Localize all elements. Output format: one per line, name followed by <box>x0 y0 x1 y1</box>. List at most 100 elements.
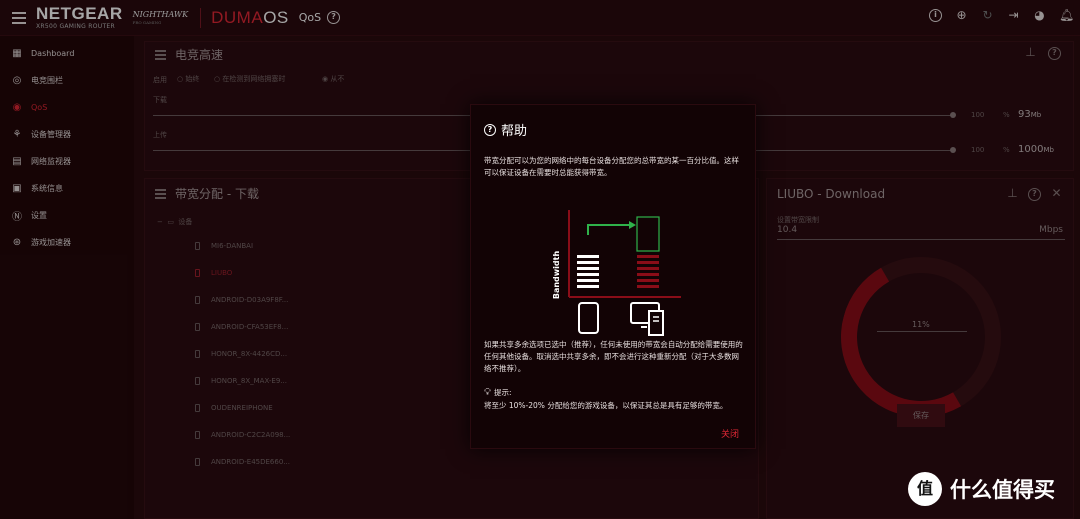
sidebar-item-label: 电竞围栏 <box>31 76 63 85</box>
download-unit: Mb <box>1030 111 1042 119</box>
sidebar-item-settings[interactable]: Ⓝ 设置 <box>0 202 134 229</box>
device-name: ANDROID-E45DE660... <box>211 458 290 466</box>
radio-never[interactable]: ◉ 从不 <box>322 74 344 84</box>
download-value: 93Mb <box>1018 109 1041 120</box>
bandwidth-limit-input[interactable]: 10.4 <box>777 225 797 235</box>
watermark: 值 什么值得买 <box>908 472 1055 506</box>
radio-always-label: 始终 <box>185 75 200 83</box>
card-menu-icon[interactable] <box>155 189 166 199</box>
sidebar-item-label: Dashboard <box>31 49 75 58</box>
lightbulb-icon: 💡︎ <box>484 387 491 398</box>
header-divider <box>200 7 202 28</box>
radio-detect-label: 在检测到网络拥塞时 <box>222 75 286 83</box>
sidebar-item-dashboard[interactable]: ▦ Dashboard <box>0 40 134 67</box>
settings-icon: Ⓝ <box>12 212 22 223</box>
device-panel: LIUBO - Download ⊥ ? ✕ 设置带宽限制 10.4 Mbps … <box>766 178 1074 519</box>
geofence-icon: ◎ <box>12 75 22 86</box>
panel-help-icon[interactable]: ? <box>1028 188 1041 201</box>
device-row[interactable]: HONOR_8X-4426CD... <box>195 350 287 358</box>
card-menu-icon[interactable] <box>155 50 166 60</box>
phone-icon <box>195 404 200 412</box>
phone-icon <box>195 458 200 466</box>
bandwidth-limit-unit: Mbps <box>1039 225 1063 235</box>
pin-icon[interactable]: ⊥ <box>1006 187 1019 200</box>
top-icon-bar: i ⊕ ↻ ⇥ ◕ 🔔︎ <box>929 9 1074 22</box>
device-row[interactable]: ANDROID-C2C2A098... <box>195 431 290 439</box>
green-arrow <box>587 224 629 235</box>
upload-number: 1000 <box>1018 144 1044 155</box>
device-row[interactable]: OUDENREIPHONE <box>195 404 273 412</box>
radio-detect[interactable]: ○ 在检测到网络拥塞时 <box>214 74 285 84</box>
download-slider-handle[interactable] <box>950 112 956 118</box>
card-help-icon[interactable]: ? <box>1048 47 1061 60</box>
upload-label: 上传 <box>153 131 167 139</box>
device-row[interactable]: LIUBO <box>195 269 232 277</box>
upload-value: 1000Mb <box>1018 144 1054 155</box>
close-button[interactable]: 关闭 <box>721 427 739 440</box>
sidebar-item-label: 设备管理器 <box>31 130 71 139</box>
sidebar-item-qos[interactable]: ◉ QoS <box>0 94 134 121</box>
help-icon[interactable]: ? <box>327 11 341 24</box>
logout-icon[interactable]: ⇥ <box>1007 9 1020 22</box>
download-percent[interactable]: 100 <box>971 111 984 119</box>
brand-model: XR500 GAMING ROUTER <box>36 23 115 30</box>
device-manager-icon: ⚘ <box>12 129 22 140</box>
upload-unit: Mb <box>1043 146 1054 154</box>
percentage-label: 11% <box>912 320 930 329</box>
bandwidth-limit-underline <box>777 239 1065 240</box>
device-group[interactable]: − ▭ 设备 <box>157 217 192 227</box>
pin-icon[interactable]: ⊥ <box>1024 46 1037 59</box>
device-row[interactable]: ANDROID-D03A9F8F... <box>195 296 288 304</box>
nighthawk-sub-text: PRO GAMING <box>132 19 162 25</box>
dumaos-white-text: OS <box>263 7 289 27</box>
globe-icon[interactable]: ⊕ <box>955 9 968 22</box>
device-name: ANDROID-C2C2A098... <box>211 431 291 439</box>
device-row[interactable]: ANDROID-CFA53EF8... <box>195 323 288 331</box>
watermark-logo: 值 <box>908 472 942 506</box>
radio-always[interactable]: ○ 始终 <box>177 74 199 84</box>
upload-percent[interactable]: 100 <box>971 146 984 154</box>
bandwidth-limit-label: 设置带宽限制 <box>777 216 819 224</box>
sidebar-item-device-manager[interactable]: ⚘ 设备管理器 <box>0 121 134 148</box>
device-name: HONOR_8X-4426CD... <box>211 350 288 358</box>
percentage-underline <box>877 331 967 332</box>
download-number: 93 <box>1018 109 1031 120</box>
help-circle-icon: ? <box>484 123 496 136</box>
dumaos-red-text: DUMA <box>211 7 264 27</box>
phone-icon <box>195 242 200 250</box>
refresh-icon[interactable]: ↻ <box>981 9 994 22</box>
help-dialog: ? 帮助 带宽分配可以为您的网络中的每台设备分配您的总带宽的某一百分比值。这样可… <box>470 104 756 449</box>
sidebar-item-game-accelerator[interactable]: ⊛ 游戏加速器 <box>0 229 134 256</box>
save-button-label: 保存 <box>913 411 929 420</box>
bandwidth-card-title: 电竞高速 <box>175 48 224 62</box>
sidebar-item-label: 设置 <box>31 211 47 220</box>
info-icon[interactable]: i <box>929 9 942 22</box>
available-bandwidth-box <box>636 216 660 252</box>
device-row[interactable]: HONOR_8X_MAX-E9... <box>195 377 287 385</box>
phone-icon <box>578 302 599 334</box>
upload-slider-handle[interactable] <box>950 147 956 153</box>
dialog-title: 帮助 <box>501 124 528 139</box>
sidebar: ▦ Dashboard ◎ 电竞围栏 ◉ QoS ⚘ 设备管理器 ▤ 网络监视器… <box>0 36 134 519</box>
bell-icon[interactable]: 🔔︎ <box>1059 9 1074 22</box>
device-name: OUDENREIPHONE <box>211 404 273 412</box>
save-button[interactable]: 保存 <box>897 404 945 427</box>
game-accelerator-icon: ⊛ <box>12 237 22 248</box>
device-row[interactable]: ANDROID-E45DE660... <box>195 458 290 466</box>
sidebar-item-label: QoS <box>31 103 48 112</box>
allocation-card-title: 带宽分配 - 下载 <box>175 187 259 201</box>
device-row[interactable]: MI6-DANBAI <box>195 242 253 250</box>
palette-icon[interactable]: ◕ <box>1033 9 1046 22</box>
sidebar-item-label: 网络监视器 <box>31 157 71 166</box>
bandwidth-axis-label: Bandwidth <box>552 251 561 300</box>
close-icon[interactable]: ✕ <box>1050 187 1063 200</box>
sidebar-item-label: 游戏加速器 <box>31 238 71 247</box>
hamburger-menu-icon[interactable] <box>12 11 26 24</box>
radio-never-label: 从不 <box>330 75 345 83</box>
sidebar-item-system-info[interactable]: ▣ 系统信息 <box>0 175 134 202</box>
dialog-paragraph-2: 如果共享多余选项已选中（推荐），任何未使用的带宽会自动分配给需要使用的任何其他设… <box>484 340 743 373</box>
sidebar-item-geofence[interactable]: ◎ 电竞围栏 <box>0 67 134 94</box>
sidebar-item-network-monitor[interactable]: ▤ 网络监视器 <box>0 148 134 175</box>
device-group-label: 设备 <box>178 218 193 226</box>
phone-icon <box>195 269 200 277</box>
